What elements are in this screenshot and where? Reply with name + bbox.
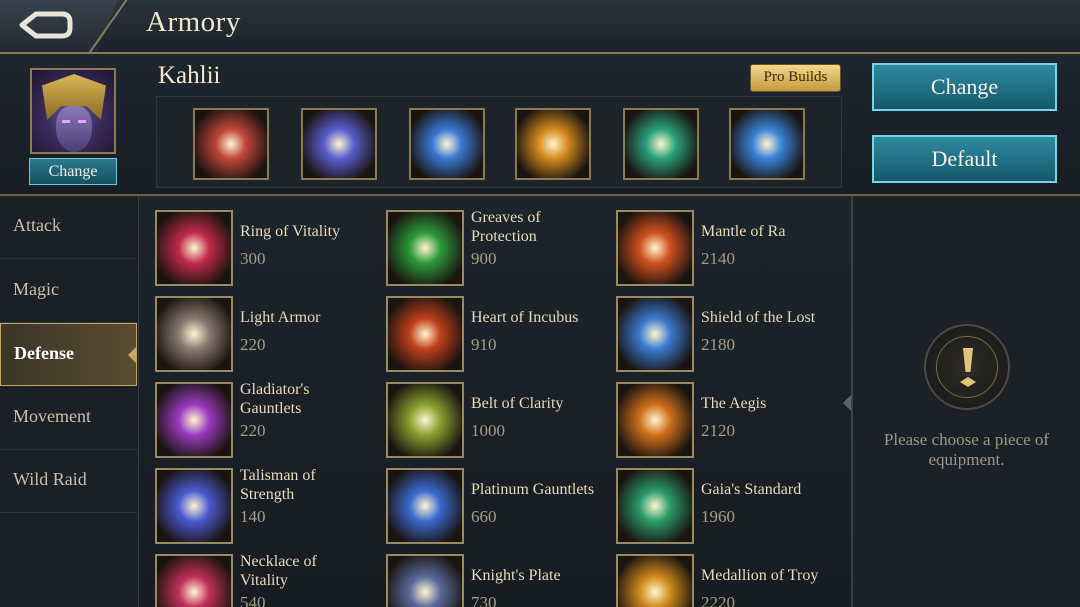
collapse-arrow-icon[interactable] [843,395,851,411]
item-price: 300 [240,249,266,268]
item-card[interactable]: Knight's Plate 730 [370,540,595,607]
item-card[interactable]: Mantle of Ra 2140 [600,196,825,286]
plate-icon [386,554,464,607]
item-name: Knight's Plate [471,567,561,584]
item-grid: Ring of Vitality 300 Greaves of Protection… [139,196,851,607]
item-price: 900 [471,249,497,268]
change-build-button[interactable]: Change [872,63,1057,111]
mantle-icon [616,210,694,286]
back-arrow-icon [19,11,73,39]
standard-icon [616,468,694,544]
header-bar: Armory [0,0,1080,54]
crystal-staff-icon [731,110,803,178]
item-card[interactable]: Gladiator's Gauntlets 220 [139,368,364,458]
equipped-slot-5[interactable] [623,108,699,180]
item-name: Medallion of Troy [701,567,819,584]
item-price: 910 [471,335,497,354]
category-sidebar: Attack Magic Defense Movement Wild Raid [0,196,139,607]
item-card[interactable]: Light Armor 220 [139,282,364,372]
item-name: Belt of Clarity [471,395,564,412]
category-magic[interactable]: Magic [0,260,137,323]
item-price: 220 [240,421,266,440]
item-card[interactable]: Ring of Vitality 300 [139,196,364,286]
aegis-icon [616,382,694,458]
page-title: Armory [146,6,241,38]
light-armor-icon [155,296,233,372]
item-name: Shield of the Lost [701,309,816,326]
hero-face [56,106,92,152]
item-price: 1960 [701,507,735,526]
item-price: 540 [240,593,266,607]
item-price: 220 [240,335,266,354]
category-wild-raid[interactable]: Wild Raid [0,450,137,514]
item-name: Heart of Incubus [471,309,579,326]
platinum-gauntlets-icon [386,468,464,544]
dagger-armor-icon [195,110,267,178]
greaves-icon [386,210,464,286]
item-name: The Aegis [701,395,767,412]
item-name: Gaia's Standard [701,481,802,498]
boots-icon [303,110,375,178]
item-card[interactable]: Belt of Clarity 1000 [370,368,595,458]
item-name: Platinum Gauntlets [471,481,595,498]
exclamation-icon [924,324,1010,410]
category-attack[interactable]: Attack [0,196,137,259]
item-price: 2120 [701,421,735,440]
item-name: Light Armor [240,309,321,326]
item-card[interactable]: Talisman of Strength 140 [139,454,364,544]
item-name: Necklace of Vitality [240,553,317,589]
equipped-items-bar [156,96,842,188]
change-hero-button[interactable]: Change [29,158,117,185]
item-card[interactable]: Necklace of Vitality 540 [139,540,364,607]
item-card[interactable]: Platinum Gauntlets 660 [370,454,595,544]
item-name: Mantle of Ra [701,223,786,240]
item-price: 2220 [701,593,735,607]
item-card[interactable]: Gaia's Standard 1960 [600,454,825,544]
shield-icon [616,296,694,372]
category-movement[interactable]: Movement [0,387,137,450]
equipped-slot-4[interactable] [515,108,591,180]
item-price: 730 [471,593,497,607]
item-price: 140 [240,507,266,526]
item-card[interactable]: The Aegis 2120 [600,368,825,458]
default-build-button[interactable]: Default [872,135,1057,183]
equipped-slot-3[interactable] [409,108,485,180]
category-defense[interactable]: Defense [0,323,137,387]
equipped-slot-2[interactable] [301,108,377,180]
necklace-icon [155,554,233,607]
item-card[interactable]: Heart of Incubus 910 [370,282,595,372]
item-name: Ring of Vitality [240,223,341,240]
item-card[interactable]: Shield of the Lost 2180 [600,282,825,372]
hero-eye-left [62,120,70,123]
item-name: Gladiator's Gauntlets [240,381,310,417]
hero-eye-right [78,120,86,123]
pro-builds-button[interactable]: Pro Builds [750,64,841,92]
hero-panel: Change Kahlii Pro Builds Change Default [0,54,1080,196]
item-price: 660 [471,507,497,526]
item-card[interactable]: Medallion of Troy 2220 [600,540,825,607]
hero-name: Kahlii [158,62,221,89]
ring-icon [155,210,233,286]
item-name: Greaves of Protection [471,209,541,245]
item-price: 2180 [701,335,735,354]
item-name: Talisman of Strength [240,467,316,503]
item-price: 1000 [471,421,505,440]
spellbook-icon [625,110,697,178]
hero-portrait[interactable] [30,68,116,154]
empty-selection-message: Please choose a piece of equipment. [883,430,1050,469]
equipped-slot-1[interactable] [193,108,269,180]
gauntlets-icon [155,382,233,458]
medallion-icon [616,554,694,607]
item-price: 2140 [701,249,735,268]
wand-icon [411,110,483,178]
heart-icon [386,296,464,372]
item-card[interactable]: Greaves of Protection 900 [370,196,595,286]
equipped-slot-6[interactable] [729,108,805,180]
belt-icon [386,382,464,458]
detail-panel: Please choose a piece of equipment. [853,196,1080,607]
crown-icon [517,110,589,178]
talisman-icon [155,468,233,544]
